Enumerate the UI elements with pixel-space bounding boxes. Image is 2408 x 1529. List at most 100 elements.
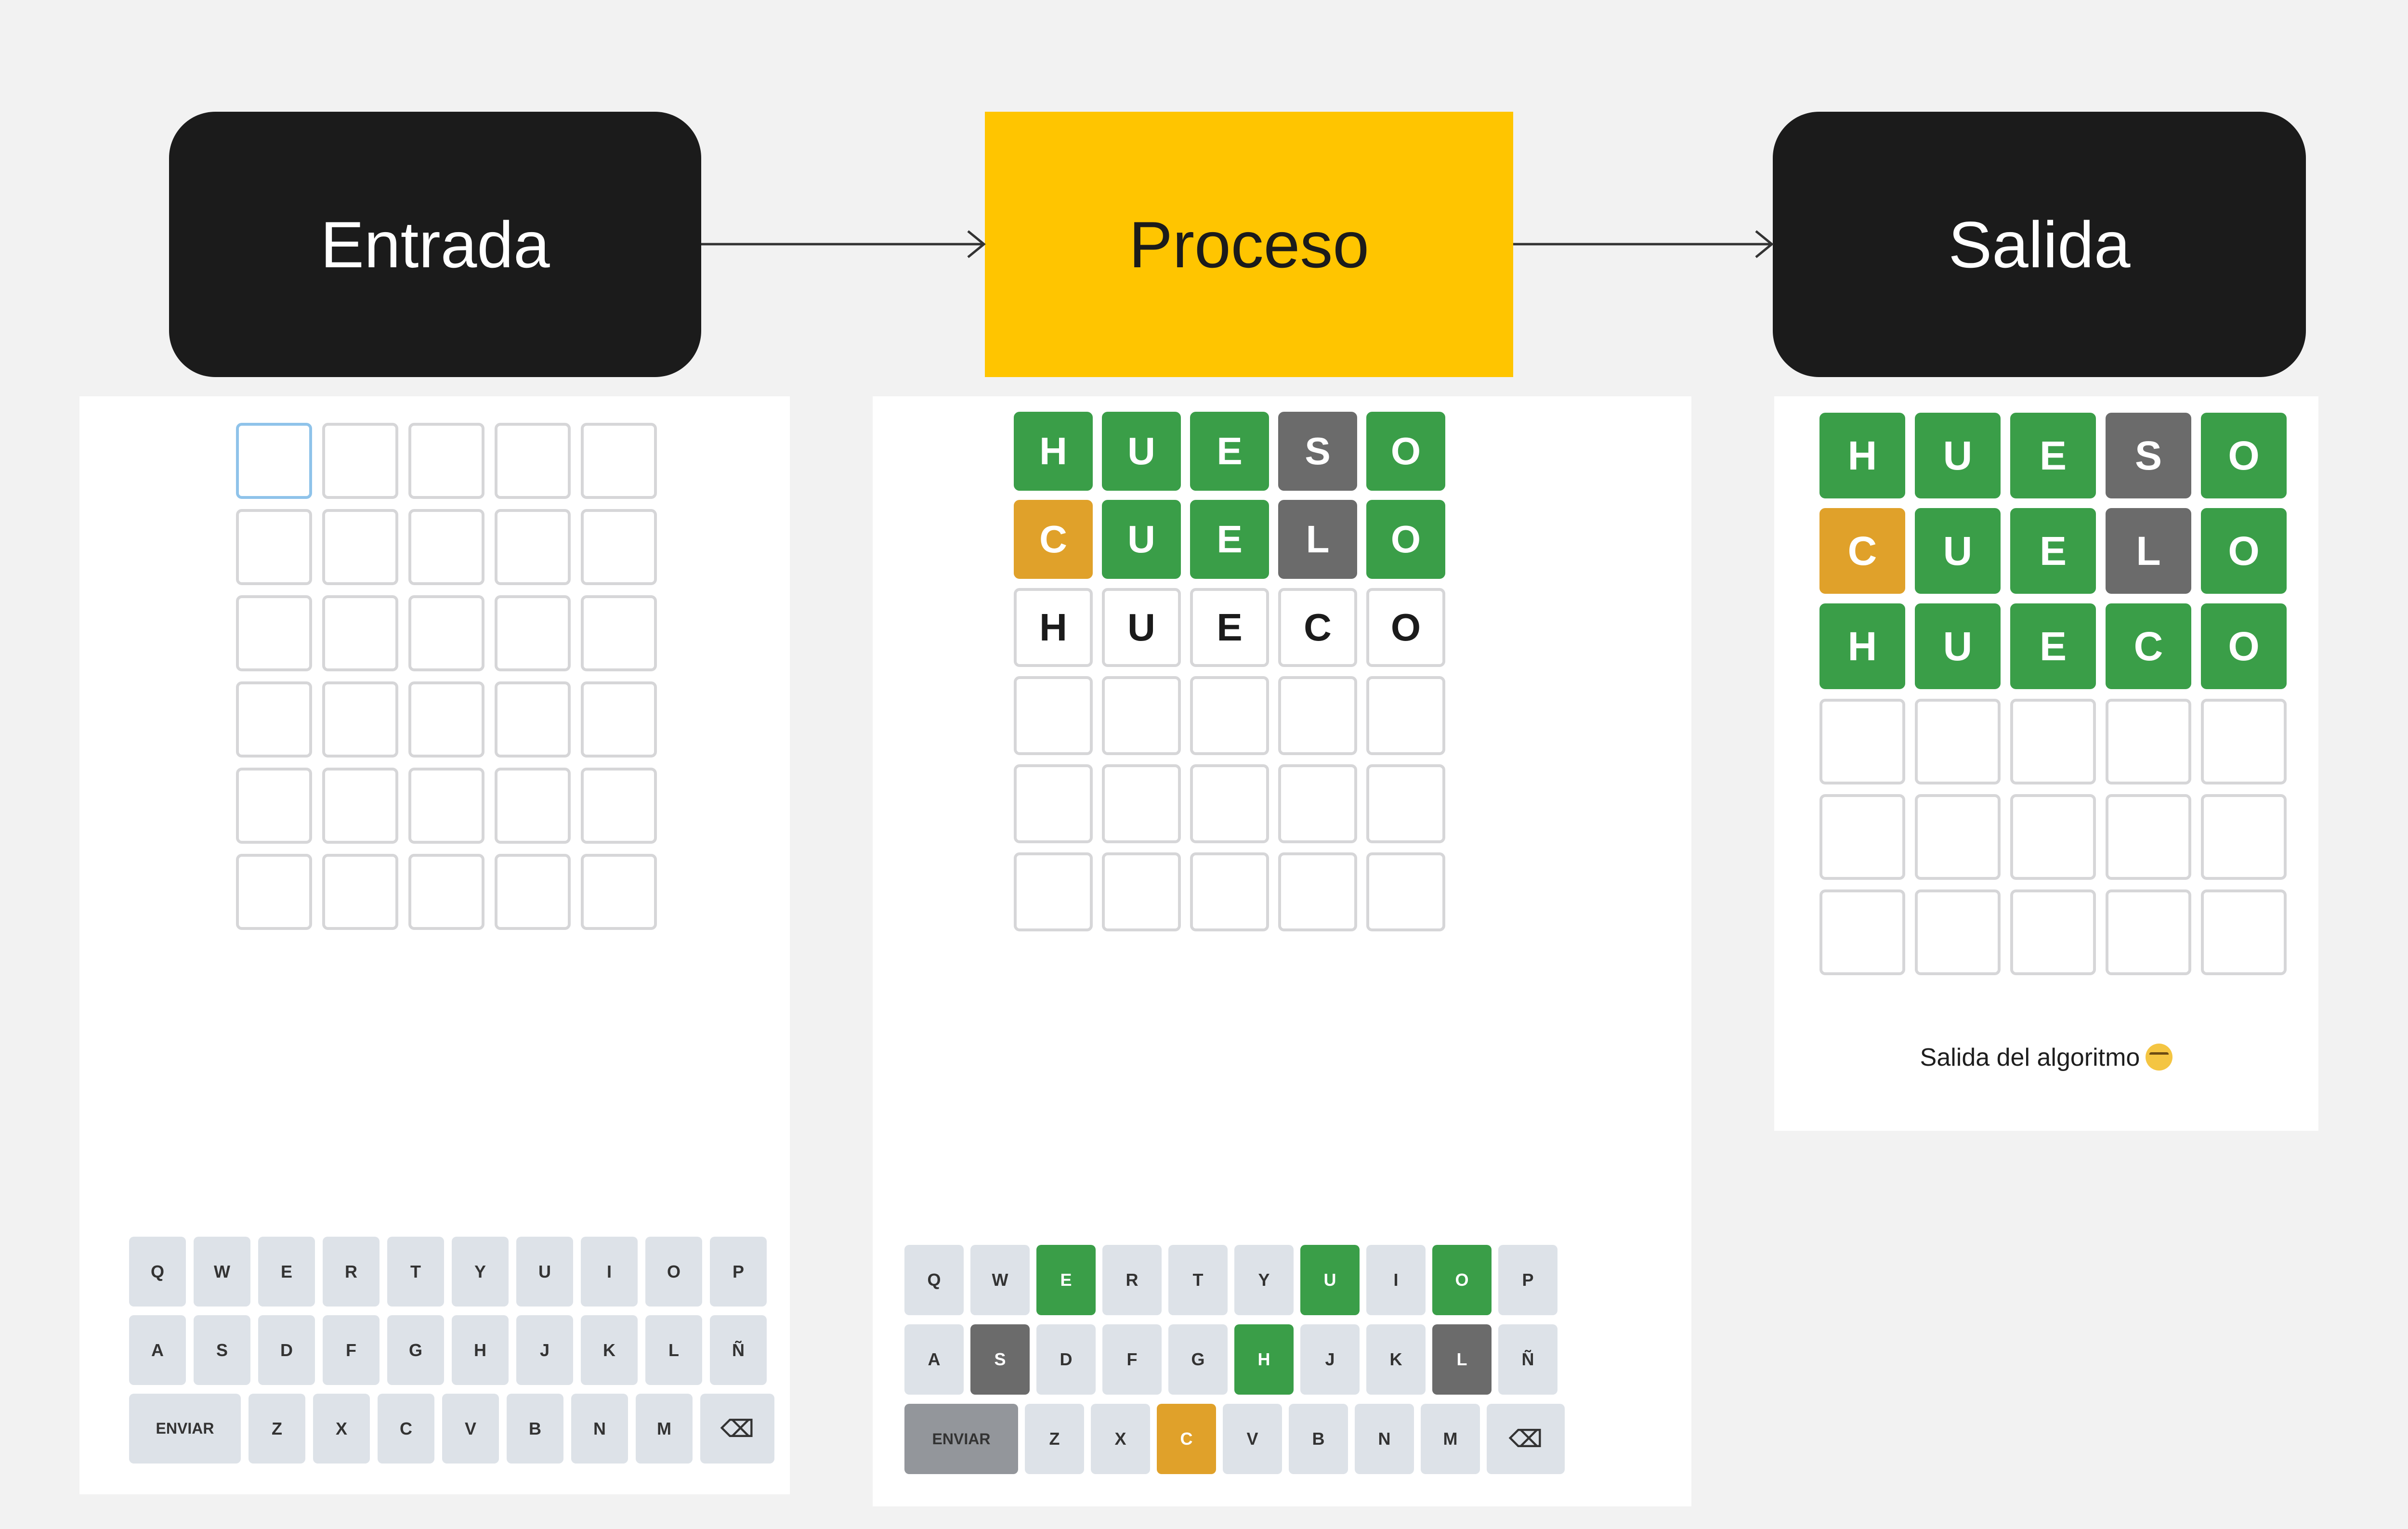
key-x[interactable]: X [1091, 1404, 1150, 1474]
entrada-tile [581, 509, 657, 585]
salida-tile: L [2106, 508, 2191, 594]
keyboard-row: QWERTYUIOP [904, 1245, 1557, 1315]
backspace-icon: ⌫ [1508, 1425, 1543, 1452]
key-i[interactable]: I [1366, 1245, 1426, 1315]
enviar-key[interactable]: ENVIAR [129, 1394, 241, 1464]
salida-tile [2201, 699, 2287, 784]
key-v[interactable]: V [1223, 1404, 1282, 1474]
salida-tile [2010, 889, 2096, 975]
salida-tile: O [2201, 413, 2287, 498]
key-b[interactable]: B [507, 1394, 563, 1464]
key-p[interactable]: P [1498, 1245, 1557, 1315]
key-z[interactable]: Z [1025, 1404, 1084, 1474]
proceso-tile [1190, 764, 1269, 843]
entrada-tile [322, 423, 398, 499]
proceso-tile: U [1102, 412, 1181, 491]
salida-tile: S [2106, 413, 2191, 498]
key-r[interactable]: R [1102, 1245, 1162, 1315]
entrada-tile [322, 595, 398, 671]
key-m[interactable]: M [636, 1394, 693, 1464]
proceso-tile [1366, 764, 1445, 843]
proceso-tile: O [1366, 412, 1445, 491]
key-s[interactable]: S [194, 1315, 250, 1385]
key-n[interactable]: N [1355, 1404, 1414, 1474]
entrada-tile [236, 595, 312, 671]
key-u[interactable]: U [1300, 1245, 1360, 1315]
key-j[interactable]: J [516, 1315, 573, 1385]
salida-board: HUESOCUELOHUECO [1819, 413, 2287, 975]
key-d[interactable]: D [1036, 1324, 1096, 1395]
entrada-keyboard: Q W E R T Y U I O P A S D F G H J K L Ñ ENVIAR Z X C V B N M ⌫ [129, 1237, 774, 1467]
entrada-tile [408, 423, 484, 499]
key-h[interactable]: H [452, 1315, 509, 1385]
salida-tile: E [2010, 413, 2096, 498]
key-l[interactable]: L [645, 1315, 702, 1385]
backspace-key[interactable]: ⌫ [700, 1394, 774, 1464]
key-n[interactable]: N [571, 1394, 628, 1464]
key-o[interactable]: O [1432, 1245, 1492, 1315]
salida-tile: E [2010, 603, 2096, 689]
key-g[interactable]: G [387, 1315, 444, 1385]
key-t[interactable]: T [387, 1237, 444, 1307]
key-j[interactable]: J [1300, 1324, 1360, 1395]
backspace-key[interactable]: ⌫ [1487, 1404, 1565, 1474]
proceso-tile: U [1102, 588, 1181, 667]
keyboard-row: ENVIAR Z X C V B N M ⌫ [129, 1394, 774, 1464]
key-c[interactable]: C [378, 1394, 434, 1464]
key-e[interactable]: E [1036, 1245, 1096, 1315]
key-d[interactable]: D [258, 1315, 315, 1385]
proceso-tile: C [1014, 500, 1093, 579]
key-h[interactable]: H [1234, 1324, 1294, 1395]
salida-tile [1819, 794, 1905, 880]
key-m[interactable]: M [1421, 1404, 1480, 1474]
salida-tile [1819, 889, 1905, 975]
entrada-tile [408, 854, 484, 930]
proceso-tile [1102, 852, 1181, 931]
key-r[interactable]: R [323, 1237, 380, 1307]
key-v[interactable]: V [442, 1394, 499, 1464]
key-p[interactable]: P [710, 1237, 767, 1307]
key-i[interactable]: I [581, 1237, 638, 1307]
key-q[interactable]: Q [904, 1245, 964, 1315]
salida-tile: U [1915, 603, 2001, 689]
key-b[interactable]: B [1289, 1404, 1348, 1474]
key-e[interactable]: E [258, 1237, 315, 1307]
key-k[interactable]: K [1366, 1324, 1426, 1395]
key-y[interactable]: Y [452, 1237, 509, 1307]
salida-tile: H [1819, 603, 1905, 689]
key-w[interactable]: W [194, 1237, 250, 1307]
key-k[interactable]: K [581, 1315, 638, 1385]
key-f[interactable]: F [1102, 1324, 1162, 1395]
entrada-tile [322, 681, 398, 758]
keyboard-row: ASDFGHJKLÑ [129, 1315, 767, 1385]
key-ñ[interactable]: Ñ [710, 1315, 767, 1385]
proceso-tile [1366, 852, 1445, 931]
key-q[interactable]: Q [129, 1237, 186, 1307]
key-c[interactable]: C [1157, 1404, 1216, 1474]
key-y[interactable]: Y [1234, 1245, 1294, 1315]
keyboard-row: QWERTYUIOP [129, 1237, 767, 1307]
entrada-tile [581, 854, 657, 930]
key-x[interactable]: X [313, 1394, 370, 1464]
key-a[interactable]: A [129, 1315, 186, 1385]
entrada-tile [236, 768, 312, 844]
key-ñ[interactable]: Ñ [1498, 1324, 1557, 1395]
key-w[interactable]: W [970, 1245, 1030, 1315]
key-s[interactable]: S [970, 1324, 1030, 1395]
salida-tile: U [1915, 508, 2001, 594]
salida-tile: O [2201, 603, 2287, 689]
key-o[interactable]: O [645, 1237, 702, 1307]
proceso-board: HUESOCUELOHUECO [1014, 412, 1445, 931]
salida-tile [1915, 794, 2001, 880]
key-u[interactable]: U [516, 1237, 573, 1307]
key-f[interactable]: F [323, 1315, 380, 1385]
key-g[interactable]: G [1168, 1324, 1228, 1395]
entrada-tile [581, 768, 657, 844]
key-a[interactable]: A [904, 1324, 964, 1395]
key-z[interactable]: Z [249, 1394, 305, 1464]
proceso-tile [1014, 852, 1093, 931]
proceso-keyboard: Q W E R T Y U I O P A S D F G H J K L Ñ ENVIAR Z X C V B N M ⌫ [904, 1245, 1565, 1477]
key-l[interactable]: L [1432, 1324, 1492, 1395]
key-t[interactable]: T [1168, 1245, 1228, 1315]
enviar-key[interactable]: ENVIAR [904, 1404, 1018, 1474]
